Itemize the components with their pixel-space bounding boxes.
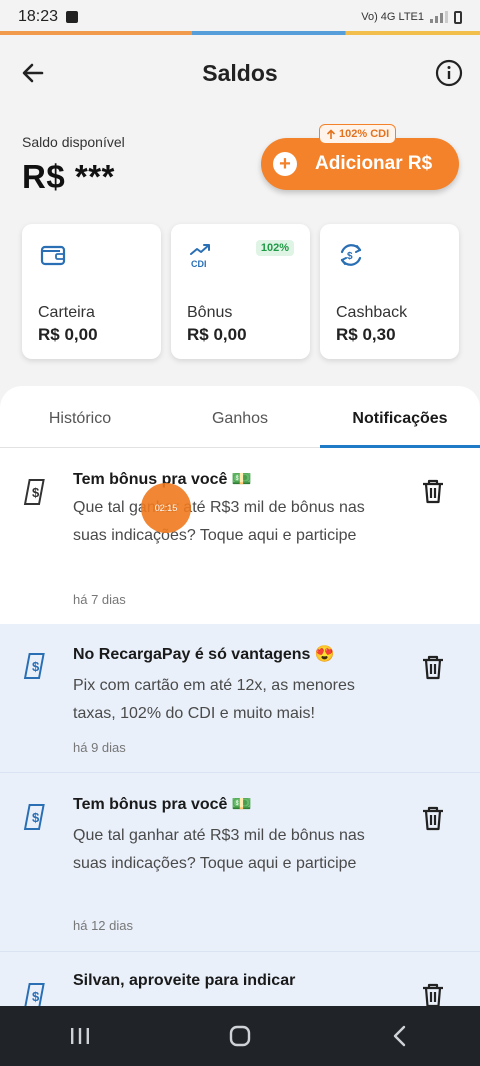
status-bar: 18:23 Vo) 4G LTE1 xyxy=(0,0,480,34)
app-header: Saldos xyxy=(0,48,480,98)
accent-stripe xyxy=(0,31,480,35)
status-icons: Vo) 4G LTE1 xyxy=(361,10,462,24)
wallet-card[interactable]: Carteira R$ 0,00 xyxy=(22,224,161,359)
cashback-icon: $ xyxy=(340,244,362,266)
status-time: 18:23 xyxy=(18,8,59,25)
recording-timer: 02:15 xyxy=(154,503,178,513)
balance-label: Saldo disponível xyxy=(22,134,125,150)
notification-title: Tem bônus pra você 💵 xyxy=(73,796,252,813)
cdi-badge: 102% CDI xyxy=(319,124,397,144)
notification-title: No RecargaPay é só vantagens 😍 xyxy=(73,646,335,663)
notification-body: Pix com cartão em até 12x, as menores ta… xyxy=(73,677,355,722)
tab-ganhos[interactable]: Ganhos xyxy=(160,386,320,447)
trash-icon[interactable] xyxy=(418,980,448,1006)
home-icon xyxy=(229,1025,251,1047)
notification-item[interactable]: $ Tem bônus pra você 💵 Que tal ganhar at… xyxy=(0,450,480,624)
svg-text:$: $ xyxy=(32,989,40,1004)
wallet-icon xyxy=(40,245,66,266)
notification-item[interactable]: $ No RecargaPay é só vantagens 😍 Pix com… xyxy=(0,624,480,772)
notification-time: há 7 dias xyxy=(73,592,126,607)
network-label: Vo) 4G LTE1 xyxy=(361,11,424,23)
signal-icon xyxy=(430,11,448,23)
cashback-card[interactable]: $ Cashback R$ 0,30 xyxy=(320,224,459,359)
bonus-card[interactable]: CDI 102% Bônus R$ 0,00 xyxy=(171,224,310,359)
battery-icon xyxy=(454,10,462,24)
bonus-rate-pill: 102% xyxy=(255,240,294,256)
svg-text:$: $ xyxy=(32,810,40,825)
wallet-title: Carteira xyxy=(38,304,95,321)
trash-icon[interactable] xyxy=(418,652,448,682)
cashback-title: Cashback xyxy=(336,304,408,321)
notification-body: Que tal ganhar até R$3 mil de bônus nas … xyxy=(73,499,365,544)
notification-title: Silvan, aproveite para indicar xyxy=(73,972,296,989)
notification-item[interactable]: $ Tem bônus pra você 💵 Que tal ganhar at… xyxy=(0,773,480,951)
recent-apps-button[interactable] xyxy=(60,1016,100,1056)
cdi-trend-icon: CDI xyxy=(190,244,210,269)
recargapay-icon: $ xyxy=(23,479,45,505)
back-chevron-icon xyxy=(393,1025,406,1047)
back-arrow-icon[interactable] xyxy=(18,58,48,88)
arrow-up-icon xyxy=(326,128,336,139)
tab-historico[interactable]: Histórico xyxy=(0,386,160,447)
notification-time: há 9 dias xyxy=(73,740,126,755)
svg-text:CDI: CDI xyxy=(191,259,207,269)
notification-time: há 12 dias xyxy=(73,918,133,933)
wallet-value: R$ 0,00 xyxy=(38,325,98,344)
bonus-value: R$ 0,00 xyxy=(187,325,247,344)
plus-icon: + xyxy=(273,152,297,176)
tab-notificacoes[interactable]: Notificações xyxy=(320,386,480,448)
notification-item[interactable]: $ Silvan, aproveite para indicar xyxy=(0,952,480,1006)
notification-icon xyxy=(66,11,79,23)
trash-icon[interactable] xyxy=(418,803,448,833)
screen-recording-indicator[interactable]: 02:15 xyxy=(141,483,191,533)
svg-text:$: $ xyxy=(32,485,40,500)
activity-panel: Histórico Ganhos Notificações $ Tem bônu… xyxy=(0,386,480,1006)
back-button[interactable] xyxy=(380,1016,420,1056)
cashback-value: R$ 0,30 xyxy=(336,325,396,344)
recargapay-icon: $ xyxy=(23,804,45,830)
home-button[interactable] xyxy=(220,1016,260,1056)
bonus-title: Bônus xyxy=(187,304,233,321)
system-navigation-bar xyxy=(0,1006,480,1066)
page-title: Saldos xyxy=(202,59,278,86)
recargapay-icon: $ xyxy=(23,983,45,1006)
trash-icon[interactable] xyxy=(418,476,448,506)
add-funds-button[interactable]: + Adicionar R$ xyxy=(261,138,459,190)
balance-value: R$ *** xyxy=(22,158,115,195)
svg-text:$: $ xyxy=(347,251,353,262)
info-icon[interactable] xyxy=(434,58,464,88)
svg-text:$: $ xyxy=(32,659,40,674)
cdi-badge-label: 102% CDI xyxy=(339,128,390,140)
tab-bar: Histórico Ganhos Notificações xyxy=(0,386,480,448)
notification-body: Que tal ganhar até R$3 mil de bônus nas … xyxy=(73,827,365,872)
add-funds-label: Adicionar R$ xyxy=(315,153,433,174)
recent-apps-icon xyxy=(71,1028,89,1044)
recargapay-icon: $ xyxy=(23,653,45,679)
